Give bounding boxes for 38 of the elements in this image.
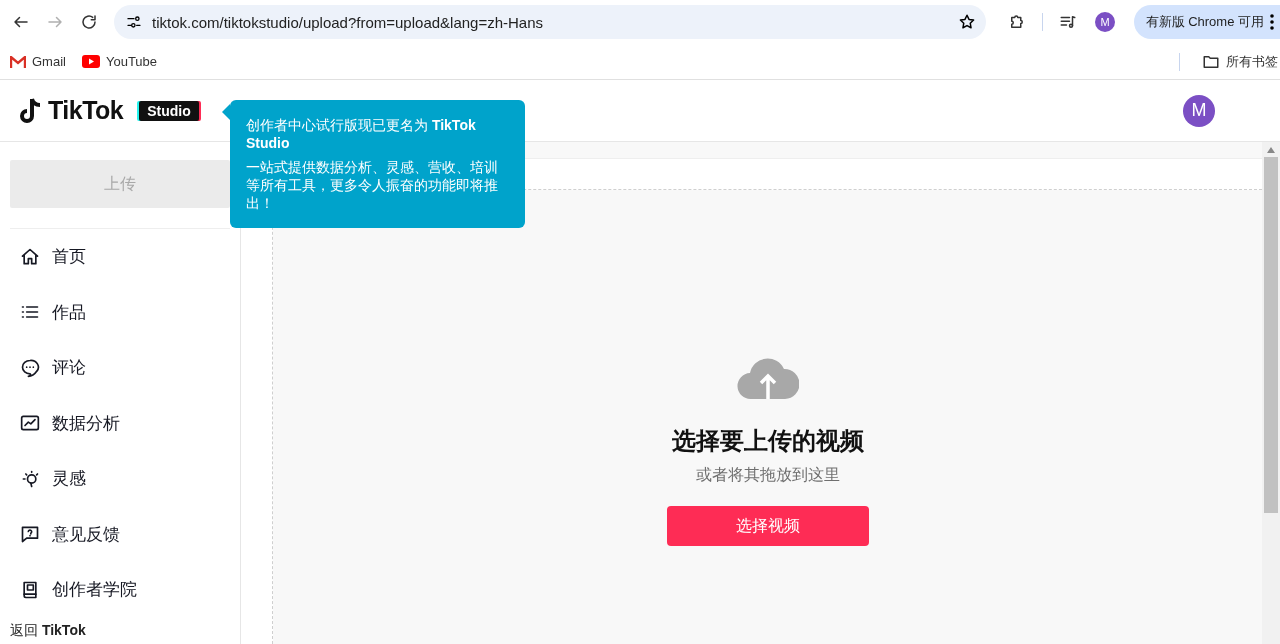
more-icon — [1270, 14, 1274, 30]
mail-icon — [10, 55, 26, 68]
bookmark[interactable]: YouTube — [81, 54, 158, 69]
lightbulb-icon — [20, 468, 40, 489]
address-bar[interactable]: tiktok.com/tiktokstudio/upload?from=upload&lang=zh-Hans — [114, 5, 986, 39]
question-icon — [20, 524, 40, 545]
nav-item[interactable]: 评论 — [10, 340, 230, 396]
user-avatar[interactable]: M — [1183, 94, 1215, 127]
url-text: tiktok.com/tiktokstudio/upload?from=upload&lang=zh-Hans — [152, 13, 545, 31]
nav-item[interactable]: 作品 — [10, 284, 230, 340]
all-bookmarks[interactable]: 所有书签 — [1202, 52, 1278, 71]
site-settings-icon — [126, 14, 142, 30]
book-icon — [20, 579, 40, 600]
comment-icon — [20, 357, 40, 378]
bookmark[interactable]: Gmail — [10, 54, 66, 69]
home-icon — [20, 246, 40, 267]
update-chrome-button[interactable]: 有新版 Chrome 可用 — [1133, 5, 1280, 39]
nav-item[interactable]: 数据分析 — [10, 395, 230, 451]
studio-badge: Studio — [139, 100, 199, 121]
tooltip-title: 创作者中心试行版现已更名为 TikTok Studio — [246, 116, 477, 152]
upload-subtitle: 或者将其拖放到这里 — [695, 465, 840, 485]
logo-text: TikTok — [48, 96, 124, 125]
chart-icon — [20, 413, 40, 434]
play-icon — [81, 55, 100, 68]
upload-title: 选择要上传的视频 — [671, 426, 864, 456]
profile-avatar[interactable]: M — [1095, 12, 1115, 32]
reload-icon — [80, 13, 98, 31]
nav-item[interactable]: 意见反馈 — [10, 506, 230, 562]
nav-item[interactable]: 首页 — [10, 229, 230, 285]
scrollbar[interactable] — [1262, 142, 1280, 644]
back-link[interactable]: 返回 TikTok — [10, 622, 230, 644]
nav-item[interactable]: 创作者学院 — [10, 562, 230, 618]
music-list-icon — [1059, 13, 1077, 31]
puzzle-icon — [1008, 13, 1026, 31]
select-video-button[interactable]: 选择视频 — [666, 506, 869, 546]
scroll-up-icon[interactable] — [1267, 147, 1275, 153]
nav-item[interactable]: 灵感 — [10, 451, 230, 507]
star-icon[interactable] — [958, 13, 976, 31]
